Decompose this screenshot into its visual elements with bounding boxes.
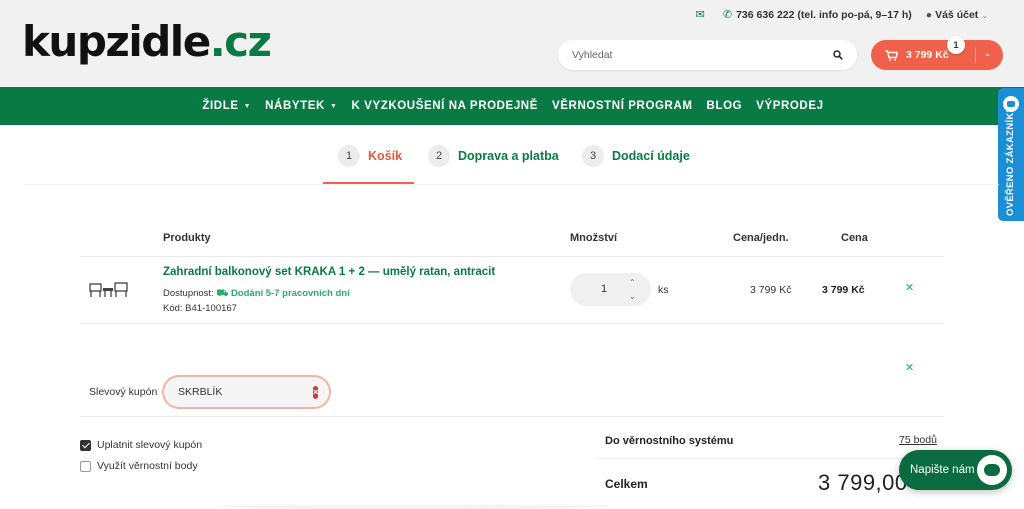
email-icon[interactable]: ✉ <box>696 8 705 21</box>
remove-coupon-icon[interactable]: ✕ <box>905 361 914 374</box>
chevron-down-icon[interactable]: ⌄ <box>629 293 636 301</box>
nav-item-k-vyzkouseni[interactable]: K VYZKOUŠENÍ NA PRODEJNĚ <box>351 100 538 112</box>
phone-contact[interactable]: ✆ 736 636 222 (tel. info po-pá, 9–17 h) <box>723 8 912 21</box>
user-icon: ● <box>925 8 933 21</box>
nav-item-blog[interactable]: BLOG <box>707 100 743 112</box>
apply-coupon-checkbox[interactable]: Uplatnit slevový kupón <box>80 439 202 451</box>
step-cart[interactable]: 1 Košík <box>338 145 402 167</box>
summary-divider <box>597 458 944 459</box>
header-unit-price: Cena/jedn. <box>733 232 789 244</box>
checkbox-checked[interactable] <box>80 439 91 451</box>
truck-icon: ⛟ <box>216 288 229 299</box>
cart-icon <box>885 49 898 61</box>
coupon-field: × <box>162 375 331 409</box>
cart-total: 3 799 Kč <box>906 49 949 61</box>
search-input[interactable] <box>572 49 833 61</box>
chevron-down-icon: ▼ <box>329 102 338 110</box>
nav-item-vyprodej[interactable]: VÝPRODEJ <box>756 100 823 112</box>
product-name-link[interactable]: Zahradní balkonový set KRAKA 1 + 2 — umě… <box>163 266 495 278</box>
cart-button[interactable]: 3 799 Kč ⌄ <box>871 40 1003 70</box>
total-label: Celkem <box>605 477 648 491</box>
search-icon[interactable] <box>833 50 843 60</box>
quantity-stepper[interactable]: 1 ⌃ ⌄ <box>570 273 651 306</box>
loyalty-points-link[interactable]: 75 bodů <box>899 434 937 446</box>
table-header-divider <box>80 256 944 257</box>
product-image[interactable] <box>88 279 130 299</box>
chevron-down-icon[interactable]: ⌄ <box>984 49 991 58</box>
chat-widget-button[interactable]: Napište nám <box>899 450 1012 490</box>
main-nav: ŽIDLE ▼ NÁBYTEK ▼ K VYZKOUŠENÍ NA PRODEJNĚ… <box>0 87 1024 125</box>
phone-icon: ✆ <box>722 9 733 21</box>
chevron-down-icon: ▼ <box>243 102 252 110</box>
chat-bubble-icon <box>977 455 1007 485</box>
header-price: Cena <box>841 232 868 244</box>
coupon-divider <box>80 416 944 417</box>
product-code: Kód: B41-100167 <box>163 303 237 314</box>
checkbox-unchecked[interactable] <box>80 460 91 472</box>
loyalty-label: Do věrnostního systému <box>605 435 734 447</box>
top-bar: ✉ ✆ 736 636 222 (tel. info po-pá, 9–17 h)… <box>696 8 988 22</box>
chevron-up-icon[interactable]: ⌃ <box>629 279 636 287</box>
search-box <box>558 40 857 70</box>
steps-divider <box>24 184 999 185</box>
cart-divider <box>975 47 976 63</box>
step-shipping-payment[interactable]: 2 Doprava a platba <box>428 145 559 167</box>
checkout-steps: 1 Košík 2 Doprava a platba 3 Dodací údaj… <box>0 140 1024 185</box>
line-price: 3 799 Kč <box>822 284 865 296</box>
header-products: Produkty <box>163 232 211 244</box>
unit-price: 3 799 Kč <box>750 284 792 296</box>
product-availability: Dostupnost: ⛟ Dodání 5-7 pracovních dní <box>163 288 350 299</box>
coupon-label: Slevový kupón <box>89 386 158 398</box>
table-row-divider <box>80 323 944 324</box>
site-header: kupzidle.cz ✉ ✆ 736 636 222 (tel. info po… <box>0 0 1024 87</box>
step-delivery-details[interactable]: 3 Dodací údaje <box>582 145 690 167</box>
nav-item-zidle[interactable]: ŽIDLE ▼ <box>202 100 251 112</box>
chevron-down-icon: ⌄ <box>981 10 988 20</box>
site-logo[interactable]: kupzidle.cz <box>22 18 272 66</box>
account-menu[interactable]: ● Váš účet ⌄ <box>926 9 988 21</box>
coupon-input[interactable] <box>178 386 313 398</box>
clear-icon[interactable]: × <box>313 385 319 399</box>
header-quantity: Množství <box>570 232 618 244</box>
quantity-value[interactable]: 1 <box>570 273 638 306</box>
bottom-shadow <box>220 503 610 509</box>
nav-item-vernostni-program[interactable]: VĚRNOSTNÍ PROGRAM <box>552 100 693 112</box>
cart-count-badge: 1 <box>947 36 965 54</box>
nav-item-nabytek[interactable]: NÁBYTEK ▼ <box>265 100 337 112</box>
quantity-unit: ks <box>658 284 669 296</box>
use-points-checkbox[interactable]: Využít věrnostní body <box>80 460 198 472</box>
active-step-indicator <box>323 182 414 184</box>
remove-item-icon[interactable]: ✕ <box>905 281 914 294</box>
